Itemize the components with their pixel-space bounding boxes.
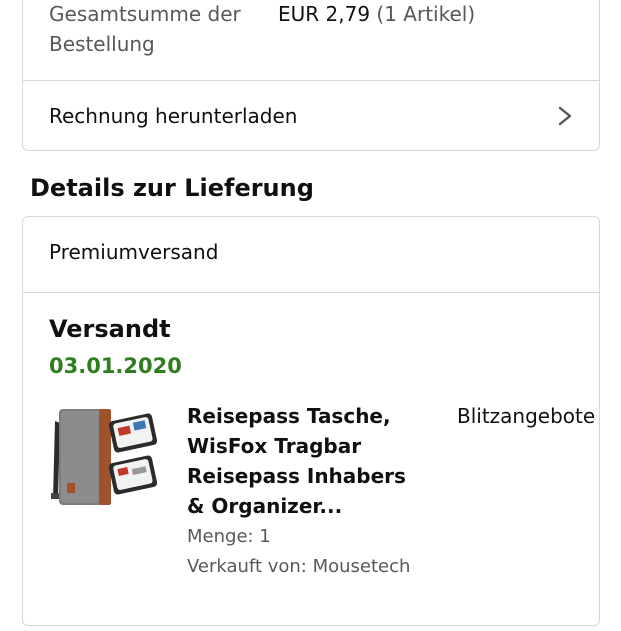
deal-tag: Blitzangebote xyxy=(457,404,596,428)
order-summary-card: Gesamtsumme der Bestellung EUR 2,79 (1 A… xyxy=(22,0,600,151)
product-quantity: Menge: 1 xyxy=(187,526,271,547)
order-total-amount: EUR 2,79 xyxy=(278,2,371,26)
product-seller: Verkauft von: Mousetech xyxy=(187,556,411,577)
order-item-count: (1 Artikel) xyxy=(376,2,476,26)
product-image[interactable] xyxy=(49,403,161,511)
shipping-type: Premiumversand xyxy=(49,240,219,264)
divider xyxy=(23,292,599,293)
chevron-right-icon xyxy=(558,106,572,126)
product-title-link[interactable]: Reisepass Tasche, WisFox Tragbar Reisepa… xyxy=(187,401,427,521)
download-invoice-label: Rechnung herunterladen xyxy=(49,104,298,128)
shipment-status: Versandt xyxy=(49,315,171,343)
shipment-date: 03.01.2020 xyxy=(49,354,182,378)
download-invoice-row[interactable]: Rechnung herunterladen xyxy=(23,81,599,150)
delivery-details-heading: Details zur Lieferung xyxy=(30,174,314,202)
order-total-value: EUR 2,79 (1 Artikel) xyxy=(278,0,475,29)
order-total-label: Gesamtsumme der Bestellung xyxy=(49,2,241,56)
delivery-card: Premiumversand Versandt 03.01.2020 Reise… xyxy=(22,216,600,626)
